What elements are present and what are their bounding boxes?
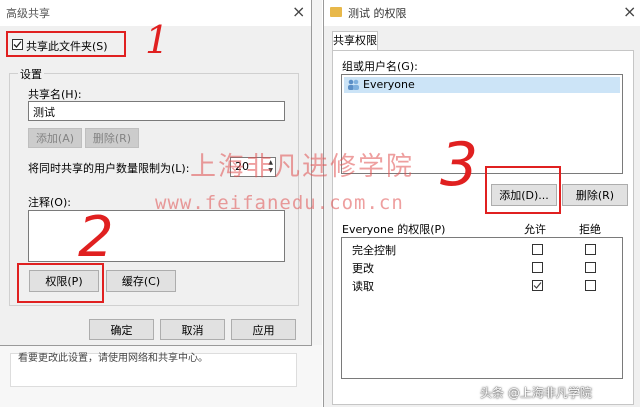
dialog-title: 测试 的权限 — [348, 7, 407, 20]
watermark-url: www.feifanedu.com.cn — [155, 192, 404, 214]
caching-button[interactable]: 缓存(C) — [106, 270, 176, 292]
annotation-box-share-checkbox — [6, 31, 126, 57]
share-name-label: 共享名(H): — [28, 88, 82, 101]
allow-full-control-checkbox[interactable] — [532, 244, 543, 255]
allow-read-checkbox[interactable] — [532, 280, 543, 291]
permission-name: 完全控制 — [352, 244, 396, 257]
deny-header: 拒绝 — [579, 223, 601, 236]
annotation-number-1: 1 — [145, 18, 170, 62]
annotation-box-add-user — [485, 166, 561, 214]
annotation-number-3: 3 — [440, 130, 479, 200]
table-row: 读取 — [342, 276, 622, 294]
table-row: 完全控制 — [342, 240, 622, 258]
close-icon[interactable]: × — [292, 2, 305, 21]
add-share-button[interactable]: 添加(A) — [28, 128, 82, 148]
checkmark-icon — [533, 282, 542, 289]
users-icon — [347, 78, 360, 91]
settings-group-label: 设置 — [18, 66, 44, 82]
ok-button[interactable]: 确定 — [89, 319, 154, 340]
footer-watermark: 头条 @上海非凡学院 — [480, 386, 592, 400]
share-name-value: 测试 — [33, 106, 55, 119]
cancel-button[interactable]: 取消 — [160, 319, 225, 340]
table-row: 更改 — [342, 258, 622, 276]
permission-name: 更改 — [352, 262, 374, 275]
background-link-text[interactable]: 看要更改此设置，请使用网络和共享中心。 — [18, 349, 208, 364]
deny-change-checkbox[interactable] — [585, 262, 596, 273]
remove-user-button[interactable]: 删除(R) — [562, 184, 628, 206]
tab-share-permissions[interactable]: 共享权限 — [332, 31, 378, 51]
permissions-header: Everyone 的权限(P) — [342, 223, 446, 236]
title-bar: 测试 的权限 × — [324, 0, 640, 26]
deny-full-control-checkbox[interactable] — [585, 244, 596, 255]
allow-header: 允许 — [524, 223, 546, 236]
user-name: Everyone — [363, 78, 415, 91]
users-label: 组或用户名(G): — [342, 60, 418, 73]
background-bottom-panel: 看要更改此设置，请使用网络和共享中心。 — [0, 345, 322, 407]
list-item[interactable]: Everyone — [344, 77, 620, 93]
annotation-number-2: 2 — [78, 205, 114, 270]
dialog-title: 高级共享 — [6, 7, 50, 20]
permissions-table: 完全控制 更改 读取 — [341, 237, 623, 379]
folder-icon — [330, 7, 342, 17]
watermark-school-name: 上海非凡进修学院 — [190, 152, 415, 182]
apply-button[interactable]: 应用 — [231, 319, 296, 340]
allow-change-checkbox[interactable] — [532, 262, 543, 273]
comment-textarea[interactable] — [28, 210, 285, 262]
permission-name: 读取 — [352, 280, 374, 293]
comment-label: 注释(O): — [28, 196, 71, 209]
share-name-input[interactable]: 测试 — [28, 101, 285, 121]
remove-share-button[interactable]: 删除(R) — [85, 128, 139, 148]
deny-read-checkbox[interactable] — [585, 280, 596, 291]
tab-label: 共享权限 — [333, 34, 377, 47]
user-limit-label: 将同时共享的用户数量限制为(L): — [28, 162, 190, 175]
close-icon[interactable]: × — [623, 2, 636, 21]
